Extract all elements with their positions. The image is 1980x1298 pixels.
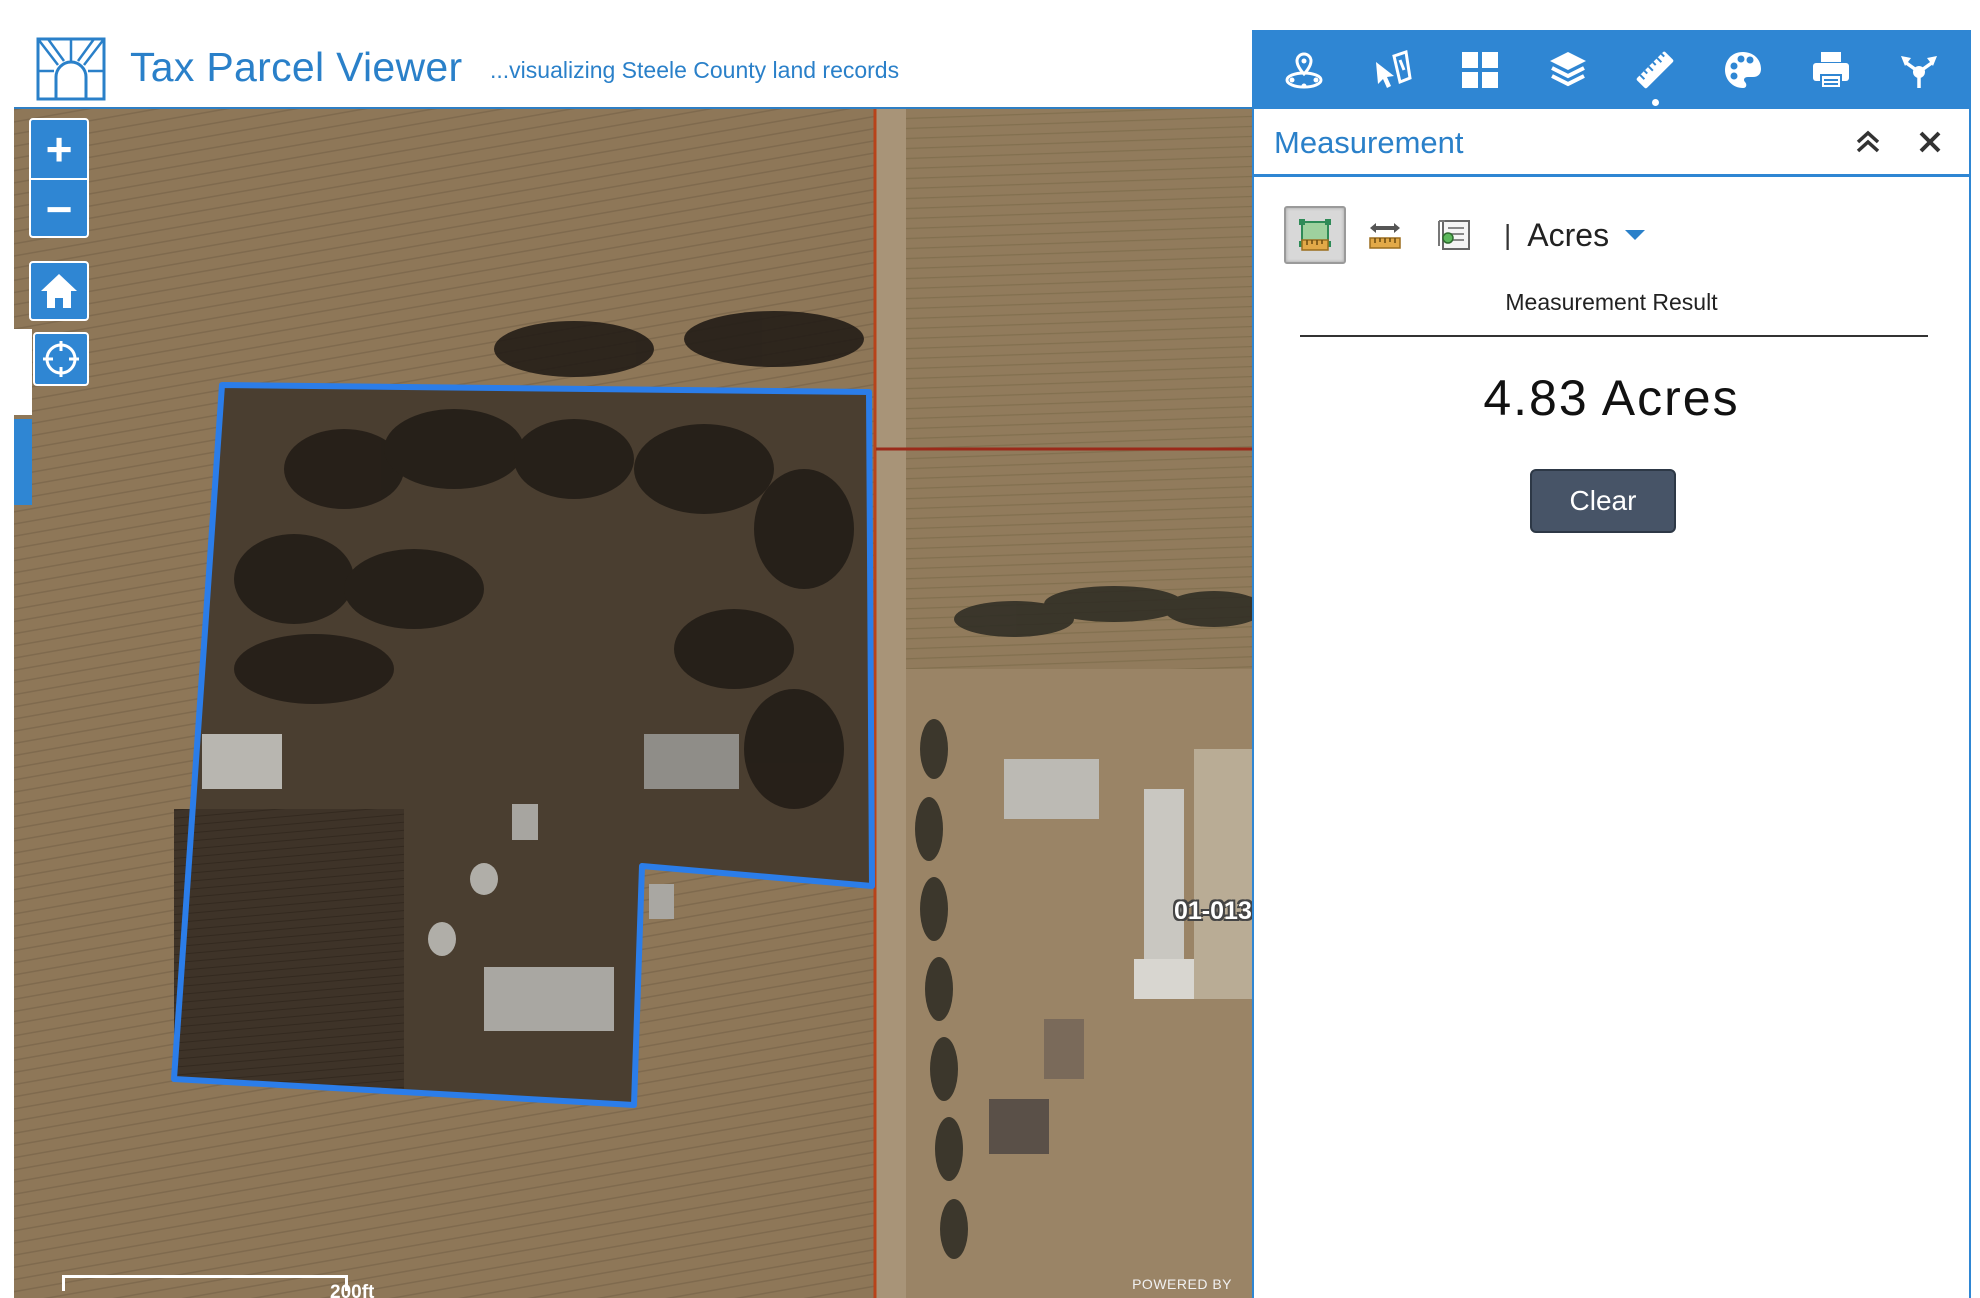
share-icon bbox=[1901, 55, 1938, 88]
location-measure-button[interactable] bbox=[1424, 206, 1486, 264]
unit-dropdown-value: Acres bbox=[1527, 216, 1610, 253]
unit-separator: | bbox=[1504, 219, 1512, 250]
active-tool-indicator bbox=[1652, 98, 1660, 106]
result-divider bbox=[1300, 335, 1928, 337]
scale-bar bbox=[62, 1275, 348, 1291]
distance-measure-icon bbox=[1369, 223, 1401, 249]
select-tool-button[interactable] bbox=[1360, 38, 1424, 102]
collapse-chevron-up-icon[interactable] bbox=[1853, 127, 1883, 157]
app-title: Tax Parcel Viewer bbox=[130, 44, 463, 90]
palette-icon bbox=[1725, 51, 1762, 88]
grid-icon bbox=[1461, 51, 1498, 88]
powered-by-attribution[interactable]: POWERED BY bbox=[1132, 1276, 1232, 1292]
parcel-logo-icon bbox=[36, 37, 106, 101]
layers-tool-button[interactable] bbox=[1536, 38, 1600, 102]
app-header: Tax Parcel Viewer ...visualizing Steele … bbox=[14, 30, 1252, 109]
home-icon bbox=[41, 274, 77, 308]
crosshair-icon bbox=[43, 341, 79, 377]
share-tool-button[interactable] bbox=[1887, 38, 1951, 102]
parcel-label: 01-013 bbox=[1174, 897, 1252, 925]
map-pin-icon bbox=[1285, 51, 1323, 88]
zoom-in-button[interactable]: + bbox=[31, 120, 87, 178]
clear-button[interactable]: Clear bbox=[1530, 469, 1676, 533]
print-tool-button[interactable] bbox=[1799, 38, 1863, 102]
aerial-imagery bbox=[14, 109, 1252, 1298]
result-label: Measurement Result bbox=[1505, 289, 1718, 315]
home-button[interactable] bbox=[29, 261, 89, 321]
result-value: 4.83 Acres bbox=[1483, 370, 1740, 426]
caret-down-icon bbox=[1625, 230, 1646, 240]
area-measure-icon bbox=[1299, 219, 1331, 251]
scale-label: 200ft bbox=[330, 1282, 375, 1298]
panel-header: Measurement bbox=[1254, 109, 1969, 177]
map-view[interactable]: + − 01-013 200ft POWERED BY bbox=[14, 109, 1252, 1298]
ruler-icon bbox=[1637, 51, 1674, 88]
measure-tool-row: | Acres bbox=[1284, 205, 1646, 265]
app-subtitle: ...visualizing Steele County land record… bbox=[490, 57, 900, 83]
side-tab-white bbox=[14, 329, 32, 415]
close-icon[interactable] bbox=[1915, 127, 1945, 157]
unit-dropdown[interactable]: Acres bbox=[1527, 216, 1646, 254]
zoom-out-button[interactable]: − bbox=[31, 180, 87, 238]
measurement-panel: Measurement | Acres Measurement Result 4… bbox=[1252, 109, 1971, 1298]
widgets-tool-button[interactable] bbox=[1448, 38, 1512, 102]
zoom-controls: + − bbox=[29, 118, 89, 238]
side-tab-toggle[interactable] bbox=[14, 419, 32, 505]
location-tool-button[interactable] bbox=[1272, 38, 1336, 102]
basemap-tool-button[interactable] bbox=[1711, 38, 1775, 102]
app-root: Tax Parcel Viewer ...visualizing Steele … bbox=[0, 0, 1980, 1298]
locate-button[interactable] bbox=[33, 332, 89, 386]
panel-title: Measurement bbox=[1274, 125, 1464, 160]
distance-measure-button[interactable] bbox=[1354, 206, 1416, 264]
printer-icon bbox=[1813, 51, 1850, 89]
measurement-tool-button[interactable] bbox=[1623, 38, 1687, 106]
widget-toolbar bbox=[1252, 30, 1971, 109]
select-cursor-icon bbox=[1375, 49, 1412, 88]
coordinate-measure-icon bbox=[1438, 220, 1470, 250]
area-measure-button[interactable] bbox=[1284, 206, 1346, 264]
layers-icon bbox=[1549, 51, 1586, 86]
